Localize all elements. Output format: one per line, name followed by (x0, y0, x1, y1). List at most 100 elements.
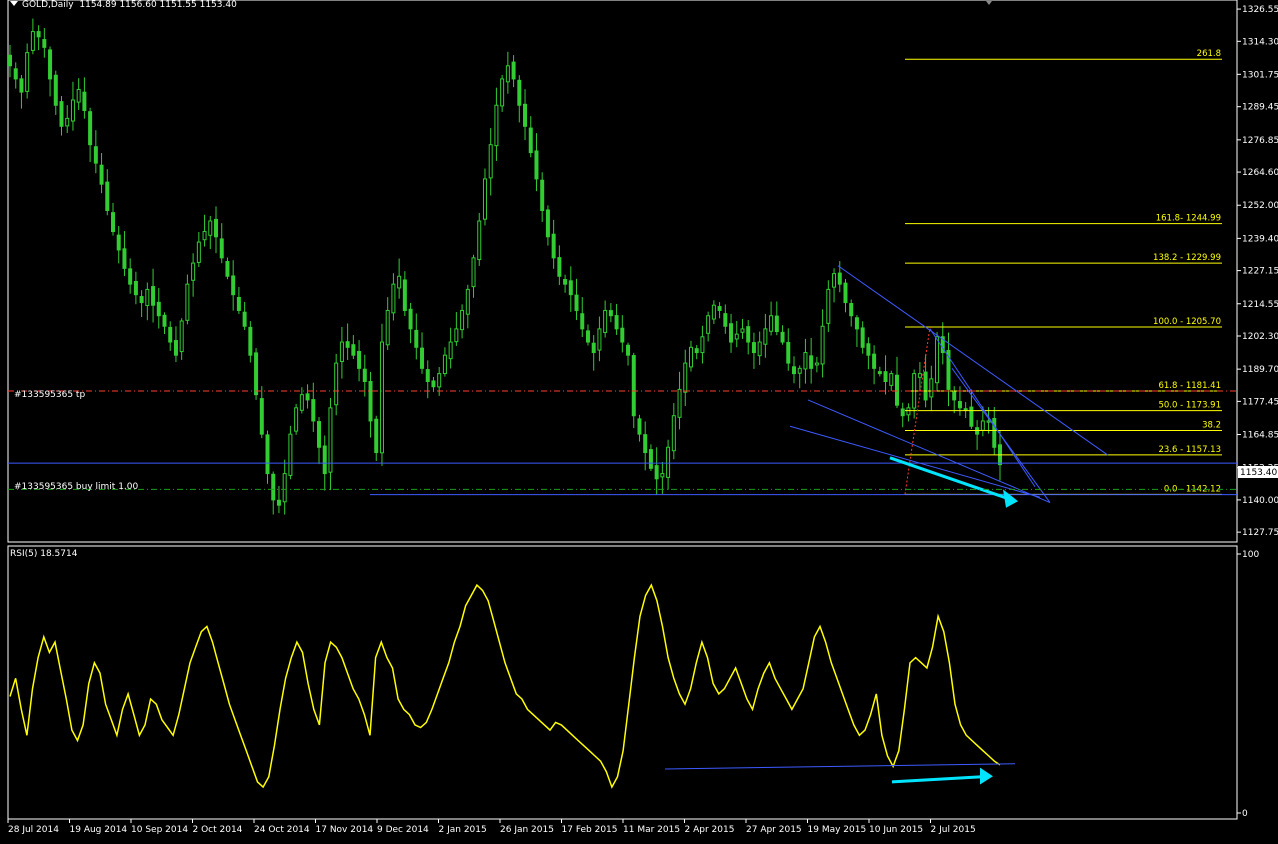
candle-body (414, 329, 419, 348)
trendline-lower-a (807, 399, 1051, 503)
candle-body (729, 323, 734, 343)
candle-body (706, 315, 711, 334)
candle-body (791, 366, 796, 375)
candle-body (803, 352, 808, 370)
candle-body (311, 399, 316, 422)
symbol-label: GOLD,Daily (22, 0, 74, 10)
candle-body (151, 286, 156, 306)
candle-body (70, 99, 75, 122)
price-tick-label: 1239.40 (1242, 234, 1278, 244)
fibonacci-layer: 261.8 161.8- 1244.99 138.2 - 1229.99 100.0 … (904, 49, 1222, 495)
candle-body (305, 393, 310, 401)
candle-body (505, 65, 510, 83)
candles-layer (8, 18, 1002, 515)
candle-body (214, 218, 219, 238)
time-tick-label: 26 Jan 2015 (500, 825, 554, 835)
time-tick-label: 27 Apr 2015 (746, 825, 802, 835)
candle-body (980, 420, 985, 431)
candle-body (700, 336, 705, 354)
fib-level-label: 61.8 - 1181.41 (1158, 381, 1221, 391)
candle-body (368, 380, 373, 422)
candle-body (580, 313, 585, 330)
candle-body (442, 354, 447, 375)
candle-body (408, 308, 413, 330)
rsi-header: RSI(5) 18.5714 (10, 549, 78, 559)
trendlines-layer (8, 265, 1237, 508)
candle-body (374, 418, 379, 454)
candle-body (626, 344, 631, 356)
time-tick-label: 24 Oct 2014 (254, 825, 310, 835)
candle-body (65, 117, 70, 127)
rsi-tick-label: 100 (1242, 550, 1259, 560)
dropdown-triangle-icon[interactable] (10, 1, 18, 6)
time-tick-label: 2 Jan 2015 (439, 825, 487, 835)
chart-window: 261.8 161.8- 1244.99 138.2 - 1229.99 100.0 … (0, 0, 1278, 840)
candle-body (608, 310, 613, 317)
candle-body (271, 473, 276, 501)
ohlc-label: 1154.89 1156.60 1151.55 1153.40 (79, 0, 237, 10)
candle-body (935, 336, 940, 384)
candle-body (162, 314, 167, 327)
candle-body (231, 275, 236, 296)
candle-body (128, 268, 133, 285)
price-tick-label: 1264.60 (1242, 168, 1278, 178)
candle-body (328, 407, 333, 473)
candle-body (385, 309, 390, 346)
candle-body (534, 150, 539, 180)
candle-body (116, 234, 121, 251)
candle-body (585, 330, 590, 343)
rsi-tick-label: 0 (1242, 809, 1248, 819)
candle-body (53, 74, 58, 106)
candle-body (48, 49, 53, 80)
candle-body (643, 434, 648, 454)
time-tick-label: 11 Mar 2015 (623, 825, 680, 835)
candle-body (866, 343, 871, 356)
candle-body (511, 61, 516, 80)
candle-body (786, 341, 791, 364)
candle-body (482, 178, 487, 220)
candle-body (82, 91, 87, 112)
current-price-label: 1153.40 (1240, 468, 1277, 478)
time-tick-label: 9 Dec 2014 (377, 825, 429, 835)
candle-body (379, 341, 384, 454)
candle-body (477, 220, 482, 261)
candle-body (168, 326, 173, 343)
price-arrow-head (1003, 489, 1018, 508)
price-tick-label: 1301.75 (1242, 70, 1278, 80)
price-tick-label: 1177.45 (1242, 397, 1278, 407)
price-tick-label: 1140.00 (1242, 496, 1278, 506)
price-tick-label: 1227.15 (1242, 267, 1278, 277)
candle-body (763, 328, 768, 345)
candle-body (523, 103, 528, 127)
candle-body (603, 309, 608, 333)
candle-body (248, 326, 253, 356)
candle-body (557, 257, 562, 277)
candle-body (345, 341, 350, 348)
rsi-layer: 100 0 (9, 550, 1259, 819)
candle-body (448, 341, 453, 360)
candle-body (242, 311, 247, 327)
candle-body (711, 304, 716, 320)
time-tick-label: 10 Jun 2015 (869, 825, 923, 835)
candle-body (322, 445, 327, 475)
candle-body (294, 407, 299, 432)
candle-body (648, 449, 653, 469)
candle-body (620, 327, 625, 343)
candle-body (500, 78, 505, 107)
candle-body (420, 347, 425, 369)
candle-body (597, 328, 602, 351)
candle-body (517, 79, 522, 106)
candle-body (425, 369, 430, 383)
candle-body (454, 328, 459, 343)
rsi-arrow-head (980, 767, 993, 785)
price-tick-label: 1289.45 (1242, 103, 1278, 113)
price-tick-label: 1314.30 (1242, 37, 1278, 47)
candle-body (402, 279, 407, 311)
candle-body (431, 380, 436, 388)
chart-svg: 261.8 161.8- 1244.99 138.2 - 1229.99 100.0 … (7, 0, 1278, 835)
price-tick-label: 1127.75 (1242, 528, 1278, 538)
candle-body (917, 373, 922, 378)
rsi-series-line (9, 583, 1001, 789)
candle-body (225, 260, 230, 277)
time-tick-label: 28 Jul 2014 (8, 825, 59, 835)
